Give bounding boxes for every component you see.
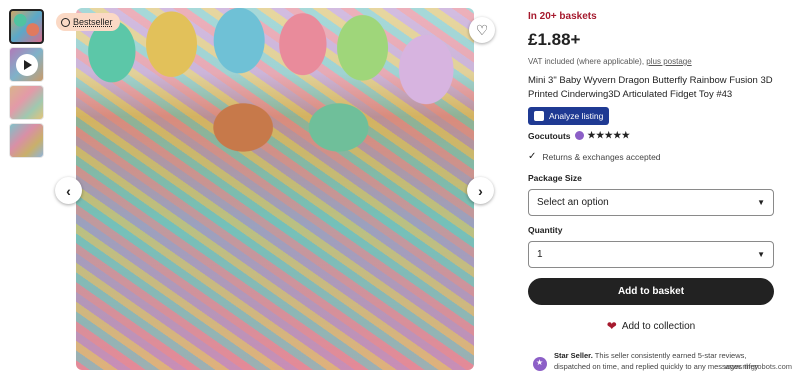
next-image-button[interactable]: › — [467, 177, 494, 204]
heart-icon: ❤ — [606, 319, 617, 333]
main-product-image — [76, 8, 474, 370]
vat-note: VAT included (where applicable), plus po… — [528, 57, 778, 66]
thumbnail-3[interactable] — [9, 85, 44, 120]
bestseller-badge: Bestseller — [56, 13, 120, 31]
favorite-button[interactable]: ♡ — [469, 17, 495, 43]
analyze-label: Analyze listing — [549, 111, 604, 121]
caret-down-icon: ▼ — [757, 198, 765, 207]
thumbnail-4[interactable] — [9, 123, 44, 158]
add-to-basket-button[interactable]: Add to basket — [528, 278, 774, 305]
thumbnail-video[interactable] — [9, 47, 44, 82]
shop-name[interactable]: Gocutouts — [528, 131, 571, 141]
thumbnail-list — [9, 9, 45, 161]
analyze-listing-button[interactable]: Analyze listing — [528, 107, 610, 125]
in-baskets-text: In 20+ baskets — [528, 11, 597, 22]
vat-text: VAT included (where applicable), — [528, 57, 645, 66]
chart-icon — [534, 111, 544, 121]
star-seller-title: Star Seller. — [554, 351, 593, 360]
price: £1.88+ — [528, 30, 581, 49]
quantity-select[interactable]: 1 ▼ — [528, 241, 774, 268]
award-icon — [61, 17, 70, 27]
quantity-label: Quantity — [528, 225, 563, 235]
package-size-label: Package Size — [528, 173, 582, 183]
add-to-collection-label: Add to collection — [621, 320, 696, 332]
badge-label: Bestseller — [73, 17, 113, 27]
heart-outline-icon: ♡ — [475, 21, 489, 38]
chevron-left-icon: ‹ — [66, 182, 71, 199]
shop-row: Gocutouts ★★★★★ — [528, 130, 778, 141]
listing-title: Mini 3" Baby Wyvern Dragon Butterfly Rai… — [528, 75, 773, 100]
chevron-right-icon: › — [478, 182, 483, 199]
package-size-value: Select an option — [537, 197, 609, 208]
play-icon — [15, 53, 38, 76]
previous-image-button[interactable]: ‹ — [55, 177, 82, 204]
returns-text: Returns & exchanges accepted — [542, 151, 661, 162]
star-seller-badge-icon — [533, 357, 547, 371]
postage-link[interactable]: plus postage — [646, 57, 691, 66]
rating-stars[interactable]: ★★★★★ — [588, 130, 631, 141]
add-to-collection-button[interactable]: ❤ Add to collection — [528, 314, 774, 338]
buy-box: In 20+ baskets £1.88+ VAT included (wher… — [528, 11, 778, 373]
check-icon: ✓ — [528, 151, 537, 162]
star-seller-icon — [574, 131, 584, 140]
caret-down-icon: ▼ — [757, 250, 765, 259]
returns-note: ✓ Returns & exchanges accepted — [528, 151, 778, 162]
thumbnail-1[interactable] — [9, 9, 44, 44]
package-size-select[interactable]: Select an option ▼ — [528, 189, 774, 216]
quantity-value: 1 — [537, 249, 543, 260]
watermark: www.mfgrobots.com — [724, 362, 792, 371]
